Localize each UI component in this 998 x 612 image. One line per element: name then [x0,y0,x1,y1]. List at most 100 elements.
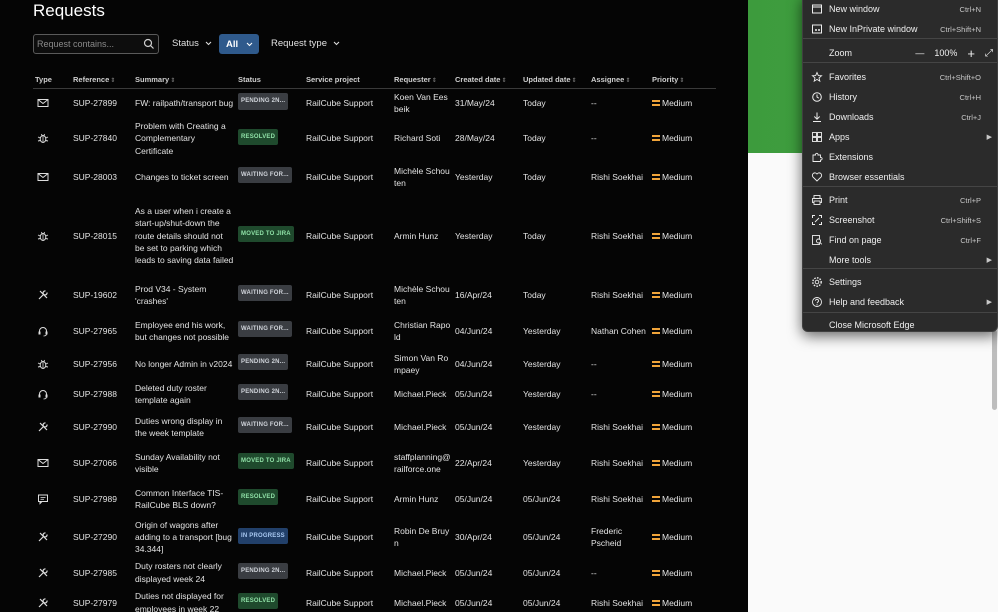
search-input[interactable] [37,37,141,51]
service-project-cell: RailCube Support [306,493,374,504]
summary-link[interactable]: Duties wrong display in the week templat… [133,409,236,445]
reference-link[interactable]: SUP-28015 [71,195,133,277]
menu-item-new-window[interactable]: New window Ctrl+N [803,0,997,18]
service-project-cell: RailCube Support [306,532,374,543]
menu-item-settings[interactable]: Settings [803,273,997,291]
request-type-filter-label: Request type [271,38,327,49]
status-filter[interactable]: Status [172,38,212,49]
menu-item-zoom[interactable]: Zoom — 100% + ⤢ [803,44,997,62]
summary-link[interactable]: Employee end his work, but changes not p… [133,313,236,349]
column-header-status[interactable]: Status [236,71,304,89]
table-row[interactable]: SUP-28015 As a user when i create a start… [33,195,716,277]
menu-item-print[interactable]: Print Ctrl+P [803,191,997,209]
reference-link[interactable]: SUP-19602 [71,277,133,313]
summary-link[interactable]: Problem with Creating a Complementary Ce… [133,118,236,159]
reference-link[interactable]: SUP-27989 [71,481,133,517]
menu-item-downloads[interactable]: Downloads Ctrl+J [803,108,997,126]
reference-link[interactable]: SUP-27965 [71,313,133,349]
priority-medium-icon [652,390,660,397]
summary-link[interactable]: Changes to ticket screen [133,159,236,195]
summary-link[interactable]: Origin of wagons after adding to a trans… [133,517,236,558]
status-cell: RESOLVED [236,481,304,517]
menu-item-screenshot[interactable]: Screenshot Ctrl+Shift+S [803,211,997,229]
summary-link[interactable]: As a user when i create a start-up/shut-… [133,195,236,277]
request-type-filter[interactable]: Request type [271,38,340,49]
reference-link[interactable]: SUP-27956 [71,349,133,379]
column-header-assignee[interactable]: Assignee⇕ [589,71,650,89]
created-date-cell: 04/Jun/24 [455,358,493,369]
menu-separator [803,38,997,39]
summary-link[interactable]: FW: railpath/transport bug [133,88,236,118]
search-icon[interactable] [143,38,155,50]
search-box[interactable] [33,34,159,54]
summary-link[interactable]: Duties not displayed for employees in we… [133,588,236,612]
menu-item-extensions[interactable]: Extensions [803,148,997,166]
assignee-cell: -- [591,358,597,369]
status-cell: WAITING FOR... [236,159,304,195]
status-badge: IN PROGRESS [238,527,288,544]
table-row[interactable]: SUP-27290 Origin of wagons after adding t… [33,517,716,558]
zoom-out-button[interactable]: — [915,48,924,58]
find-icon [812,235,823,245]
fullscreen-icon[interactable]: ⤢ [985,48,993,59]
requests-page: Requests Status All Request type Type Ref… [0,0,748,612]
priority-label: Medium [662,358,693,369]
table-row[interactable]: SUP-27979 Duties not displayed for employ… [33,588,716,612]
table-row[interactable]: SUP-27989 Common Interface TIS-RailCube B… [33,481,716,517]
page-scrollbar[interactable] [992,330,997,410]
menu-item-find[interactable]: Find on page Ctrl+F [803,231,997,249]
priority-cell: Medium [650,88,716,118]
table-row[interactable]: SUP-28003 Changes to ticket screen WAITING… [33,159,716,195]
reference-link[interactable]: SUP-27990 [71,409,133,445]
type-cell [33,159,71,195]
status-badge: PENDING 2N... [238,384,289,401]
menu-item-label: Apps [829,132,850,142]
menu-item-inprivate[interactable]: New InPrivate window Ctrl+Shift+N [803,20,997,38]
reference-link[interactable]: SUP-27066 [71,445,133,481]
table-row[interactable]: SUP-27965 Employee end his work, but chan… [33,313,716,349]
column-header-summary[interactable]: Summary⇕ [133,71,236,89]
reference-link[interactable]: SUP-27840 [71,118,133,159]
menu-item-essentials[interactable]: Browser essentials [803,168,997,186]
table-row[interactable]: SUP-27840 Problem with Creating a Complem… [33,118,716,159]
column-header-priority[interactable]: Priority⇕ [650,71,716,89]
menu-item-help[interactable]: Help and feedback ▶ [803,293,997,311]
reference-link[interactable]: SUP-27988 [71,379,133,409]
reference-link[interactable]: SUP-27985 [71,558,133,588]
table-row[interactable]: SUP-27956 No longer Admin in v2024 PENDING… [33,349,716,379]
summary-link[interactable]: No longer Admin in v2024 [133,349,236,379]
menu-item-close[interactable]: Close Microsoft Edge [803,316,997,334]
column-header-requester[interactable]: Requester⇕ [392,71,453,89]
reference-link[interactable]: SUP-27290 [71,517,133,558]
column-header-updated-date[interactable]: Updated date⇕ [521,71,589,89]
priority-label: Medium [662,421,693,432]
reference-link[interactable]: SUP-27979 [71,588,133,612]
all-filter-button[interactable]: All [219,34,259,54]
column-header-created-date[interactable]: Created date⇕ [453,71,521,89]
service-project-cell: RailCube Support [306,289,374,300]
table-row[interactable]: SUP-27988 Deleted duty roster template ag… [33,379,716,409]
zoom-in-button[interactable]: + [967,46,975,61]
menu-item-more-tools[interactable]: More tools ▶ [803,251,997,269]
menu-item-favorites[interactable]: Favorites Ctrl+Shift+O [803,68,997,86]
menu-item-apps[interactable]: Apps ▶ [803,128,997,146]
summary-link[interactable]: Common Interface TIS-RailCube BLS down? [133,481,236,517]
menu-item-shortcut: Ctrl+Shift+O [939,72,981,82]
summary-link[interactable]: Deleted duty roster template again [133,379,236,409]
table-row[interactable]: SUP-27985 Duty rosters not clearly displa… [33,558,716,588]
table-row[interactable]: SUP-19602 Prod V34 - System 'crashes' WAIT… [33,277,716,313]
column-header-service-project[interactable]: Service project [304,71,392,89]
menu-item-history[interactable]: History Ctrl+H [803,88,997,106]
reference-link[interactable]: SUP-27899 [71,88,133,118]
column-header-type[interactable]: Type [33,71,71,89]
column-header-reference[interactable]: Reference⇕ [71,71,133,89]
sort-icon: ⇕ [501,77,507,84]
table-row[interactable]: SUP-27899 FW: railpath/transport bug PENDI… [33,88,716,118]
summary-link[interactable]: Sunday Availability not visible [133,445,236,481]
summary-link[interactable]: Prod V34 - System 'crashes' [133,277,236,313]
requester-cell: Armin Hunz [394,230,439,241]
summary-link[interactable]: Duty rosters not clearly displayed week … [133,558,236,588]
reference-link[interactable]: SUP-28003 [71,159,133,195]
table-row[interactable]: SUP-27990 Duties wrong display in the wee… [33,409,716,445]
table-row[interactable]: SUP-27066 Sunday Availability not visible… [33,445,716,481]
